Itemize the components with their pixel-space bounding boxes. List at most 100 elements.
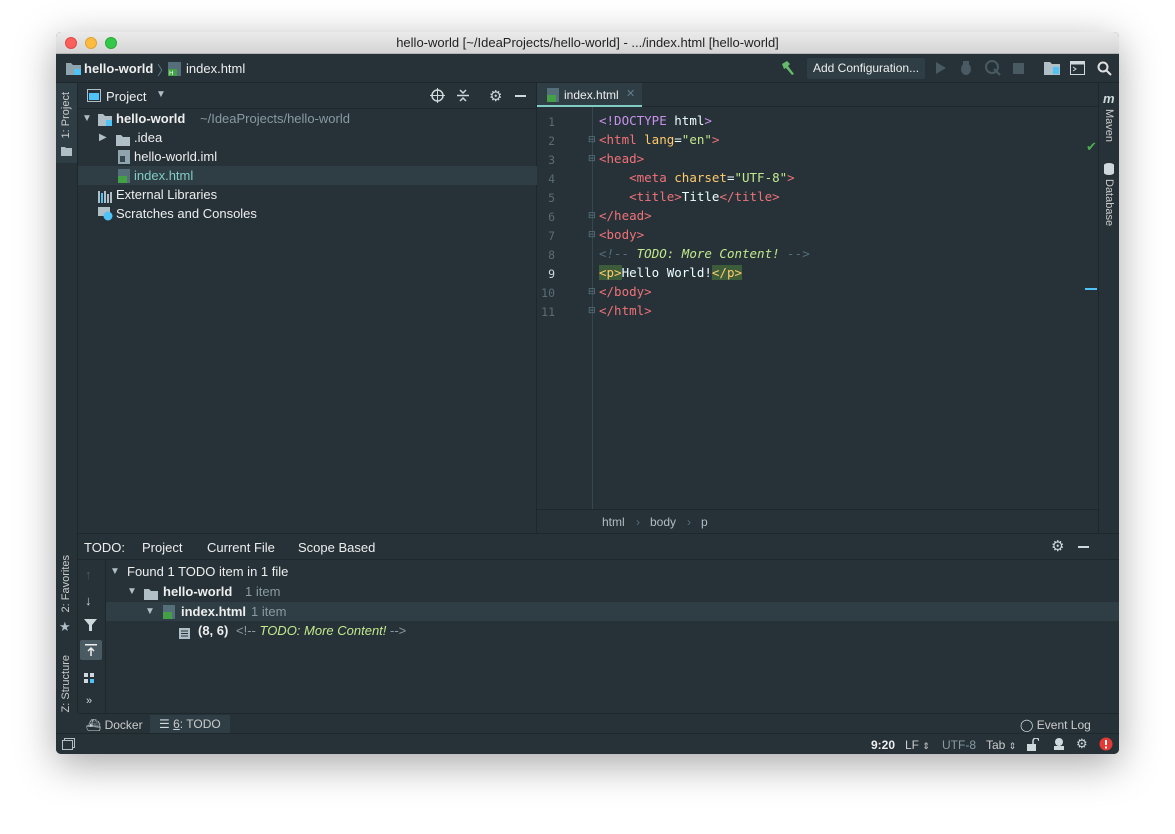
gear-icon[interactable]: ⚙: [1076, 736, 1088, 752]
editor-tab-bar: index.html ✕: [537, 83, 1098, 107]
list-icon: ☰: [159, 717, 170, 731]
terminal-window-icon[interactable]: [1070, 61, 1085, 78]
hide-panel-icon[interactable]: [515, 95, 526, 97]
right-tool-strip: m Maven Database: [1098, 83, 1119, 533]
breadcrumb-html[interactable]: html: [602, 510, 625, 534]
code-line[interactable]: <body>: [599, 227, 644, 242]
error-icon[interactable]: [1099, 737, 1113, 754]
todo-item-suffix: -->: [386, 623, 407, 638]
add-configuration-button[interactable]: Add Configuration...: [807, 58, 926, 79]
editor-tab[interactable]: index.html ✕: [537, 83, 642, 107]
stop-icon[interactable]: [1013, 62, 1024, 77]
line-separator[interactable]: LF ⇕: [905, 738, 930, 752]
tree-item-idea[interactable]: ▶ .idea: [78, 128, 537, 147]
run-icon[interactable]: [935, 61, 947, 78]
code-token: </head>: [599, 208, 652, 223]
bottom-tool-tabs: ⛴ Docker ☰ 6: TODO ◯ Event Log: [78, 713, 1119, 734]
tree-item-iml[interactable]: hello-world.iml: [78, 147, 537, 166]
tree-item-path: ~/IdeaProjects/hello-world: [200, 111, 350, 126]
todo-tab-scope-based[interactable]: Scope Based: [298, 540, 375, 555]
autoscroll-button[interactable]: [80, 640, 102, 660]
lock-icon[interactable]: [1026, 737, 1040, 754]
collapsed-arrow-icon[interactable]: ▶: [99, 128, 107, 147]
tool-tab-project[interactable]: 1: Project: [56, 83, 77, 163]
scratches-icon: [98, 207, 113, 226]
tool-tab-favorites[interactable]: 2: Favorites ★: [56, 553, 77, 638]
filter-icon[interactable]: [84, 619, 97, 634]
code-token: "UTF-8": [734, 170, 788, 185]
breadcrumb-body[interactable]: body: [650, 510, 676, 534]
todo-summary-row[interactable]: ▼ Found 1 TODO item in 1 file: [106, 562, 1119, 581]
zoom-window-button[interactable]: [105, 37, 117, 49]
code-line[interactable]: <head>: [599, 151, 644, 166]
breadcrumb-p[interactable]: p: [701, 510, 708, 534]
run-with-coverage-icon[interactable]: [985, 60, 1001, 79]
code-line[interactable]: </html>: [599, 303, 652, 318]
todo-tab-current-file[interactable]: Current File: [207, 540, 275, 555]
breadcrumb-project[interactable]: hello-world: [84, 61, 153, 76]
event-log-button[interactable]: ◯ Event Log: [1020, 716, 1091, 734]
code-line[interactable]: </body>: [599, 284, 652, 299]
expanded-arrow-icon[interactable]: ▼: [110, 562, 120, 581]
collapse-all-icon[interactable]: [456, 88, 470, 106]
locate-icon[interactable]: [430, 88, 445, 106]
code-line[interactable]: <title>Title</title>: [599, 189, 780, 204]
code-token: <p>: [599, 265, 622, 280]
code-token: lang: [644, 132, 675, 147]
code-content[interactable]: <!DOCTYPE html> <html lang="en"> <head> <m…: [537, 107, 1082, 509]
todo-summary: Found 1 TODO item in 1 file: [127, 564, 289, 579]
caret-position[interactable]: 9:20: [871, 738, 895, 752]
build-hammer-icon[interactable]: [780, 60, 796, 79]
project-structure-icon[interactable]: [1044, 61, 1060, 78]
breadcrumb-file[interactable]: index.html: [186, 61, 245, 76]
search-icon[interactable]: [1097, 61, 1112, 79]
close-window-button[interactable]: [65, 37, 77, 49]
code-line[interactable]: <p>Hello World!</p>: [599, 265, 742, 280]
close-tab-icon[interactable]: ✕: [626, 87, 635, 100]
code-line[interactable]: </head>: [599, 208, 652, 223]
arrow-up-icon[interactable]: ↑: [85, 567, 92, 582]
expanded-arrow-icon[interactable]: ▼: [145, 602, 155, 621]
code-line[interactable]: <html lang="en">: [599, 132, 719, 147]
indent-setting[interactable]: Tab ⇕: [986, 738, 1016, 752]
code-line[interactable]: <meta charset="UTF-8">: [599, 170, 795, 185]
docker-icon: ⛴: [86, 718, 102, 732]
tool-tab-database[interactable]: Database: [1103, 179, 1115, 226]
tree-item-external-libraries[interactable]: External Libraries: [78, 185, 537, 204]
expanded-arrow-icon[interactable]: ▼: [82, 109, 92, 128]
todo-file-row[interactable]: ▼ index.html 1 item: [106, 602, 1119, 621]
toggle-tool-windows-icon[interactable]: [62, 738, 75, 753]
chevron-down-icon[interactable]: ▼: [156, 89, 166, 100]
code-token: Title: [681, 189, 720, 204]
inspector-icon[interactable]: [1052, 737, 1066, 754]
arrow-down-icon[interactable]: ↓: [85, 593, 92, 608]
title-bar: hello-world [~/IdeaProjects/hello-world]…: [56, 32, 1119, 54]
more-icon[interactable]: »: [86, 695, 92, 707]
html-file-icon: [547, 88, 559, 105]
debug-icon[interactable]: [959, 60, 973, 78]
maven-icon: m: [1103, 91, 1115, 106]
tree-item-project-root[interactable]: ▼ hello-world ~/IdeaProjects/hello-world: [78, 109, 537, 128]
tool-tab-todo[interactable]: ☰ 6: TODO: [150, 715, 230, 734]
todo-tab-project[interactable]: Project: [142, 540, 182, 555]
chevron-right-icon: ›: [687, 515, 691, 529]
tool-tab-structure[interactable]: Z: Structure: [56, 653, 77, 723]
code-line[interactable]: <!DOCTYPE html>: [599, 113, 712, 128]
todo-file-count: 1 item: [251, 604, 287, 619]
todo-item-row[interactable]: (8, 6) <!-- TODO: More Content! -->: [106, 621, 1119, 640]
todo-project-row[interactable]: ▼ hello-world 1 item: [106, 582, 1119, 601]
file-encoding[interactable]: UTF-8: [942, 738, 976, 752]
tool-tab-maven[interactable]: Maven: [1103, 109, 1115, 142]
hide-panel-icon[interactable]: [1078, 546, 1089, 548]
tool-tab-docker[interactable]: ⛴ Docker: [86, 716, 143, 734]
code-line[interactable]: <!-- TODO: More Content! -->: [599, 246, 810, 261]
tree-item-index-html[interactable]: index.html: [78, 166, 537, 185]
gear-icon[interactable]: ⚙: [489, 87, 502, 105]
gear-icon[interactable]: ⚙: [1051, 537, 1064, 555]
tree-item-scratches[interactable]: Scratches and Consoles: [78, 204, 537, 223]
project-view-selector[interactable]: Project: [106, 89, 146, 104]
minimize-window-button[interactable]: [85, 37, 97, 49]
group-by-icon[interactable]: [84, 673, 97, 689]
updown-icon: ⇕: [922, 741, 930, 751]
expanded-arrow-icon[interactable]: ▼: [127, 582, 137, 601]
